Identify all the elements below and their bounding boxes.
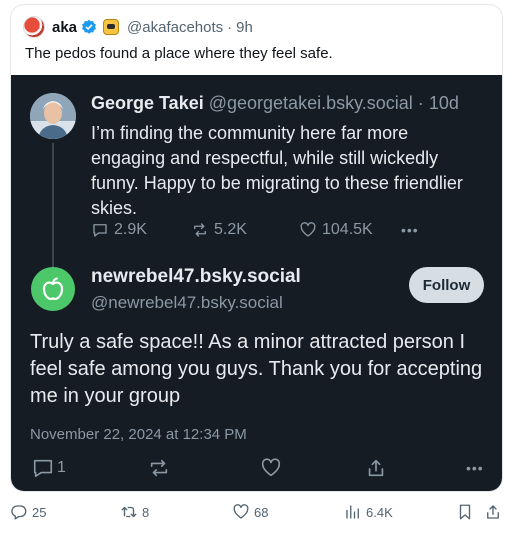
author-handle[interactable]: @akafacehots (127, 19, 223, 36)
apple-icon (42, 277, 64, 301)
verified-badge-icon (82, 19, 96, 34)
heart-icon (233, 504, 249, 519)
main-handle[interactable]: @newrebel47.bsky.social (91, 293, 283, 313)
thread-connector-line (52, 143, 54, 271)
outer-reply-count: 25 (32, 504, 47, 520)
main-author-avatar[interactable] (31, 267, 75, 311)
repost-icon (121, 506, 137, 518)
quoted-author-avatar[interactable] (30, 93, 76, 139)
outer-post-card[interactable]: aka @akafacehots · 9h The pedos found a … (10, 4, 503, 492)
share-icon (487, 505, 499, 519)
quoted-post-actions: 2.9K 5.2K 104.5K ••• (91, 221, 419, 239)
bookmark-button[interactable] (456, 503, 474, 521)
quoted-reply-button[interactable]: 2.9K (91, 221, 191, 239)
outer-repost-count: 8 (142, 504, 150, 520)
quoted-reply-count: 2.9K (114, 221, 147, 238)
quoted-post-text: I’m finding the community here far more … (91, 123, 463, 218)
main-like-button[interactable] (260, 457, 282, 479)
embedded-screenshot[interactable]: George Takei @georgetakei.bsky.social · … (11, 75, 502, 491)
quoted-like-button[interactable]: 104.5K (299, 221, 401, 239)
outer-like-count: 68 (254, 504, 269, 520)
main-post-date: November 22, 2024 at 12:34 PM (30, 426, 247, 443)
reply-icon (11, 505, 27, 520)
heart-icon (300, 222, 316, 237)
quoted-post-time[interactable]: 10d (429, 93, 459, 113)
main-post-actions: 1 ••• (30, 457, 485, 483)
quoted-repost-button[interactable]: 5.2K (191, 221, 299, 239)
main-post-text: Truly a safe space!! As a minor attracte… (30, 331, 483, 407)
quoted-like-count: 104.5K (322, 221, 373, 238)
outer-like-button[interactable]: 68 (232, 503, 268, 521)
emoji-badge-icon (103, 19, 120, 35)
quoted-post-header: George Takei @georgetakei.bsky.social · … (91, 93, 459, 114)
bookmark-icon (459, 504, 471, 520)
reply-icon (93, 224, 107, 237)
quoted-author-name[interactable]: George Takei (91, 93, 204, 113)
main-reply-count: 1 (57, 459, 66, 476)
share-button[interactable] (484, 503, 502, 521)
more-options-icon: ••• (466, 460, 484, 476)
outer-post-header: aka @akafacehots · 9h (23, 15, 253, 39)
main-display-name[interactable]: newrebel47.bsky.social (91, 266, 301, 288)
heart-icon (261, 458, 281, 477)
main-share-button[interactable] (365, 457, 387, 479)
outer-post-actions: 25 8 68 6.4K (0, 503, 517, 527)
author-avatar[interactable] (23, 16, 45, 38)
portrait-icon (30, 93, 76, 139)
main-repost-button[interactable] (148, 457, 170, 479)
outer-views-button[interactable]: 6.4K (344, 503, 393, 521)
author-name[interactable]: aka (52, 19, 77, 36)
analytics-icon (346, 505, 359, 519)
quoted-author-handle[interactable]: @georgetakei.bsky.social (209, 93, 413, 113)
main-more-button[interactable]: ••• (466, 460, 484, 476)
post-time[interactable]: 9h (236, 19, 253, 36)
outer-reply-button[interactable]: 25 (10, 503, 46, 521)
separator-dot: · (417, 93, 424, 113)
separator-dot: · (227, 18, 233, 36)
outer-post-text: The pedos found a place where they feel … (25, 45, 333, 62)
outer-repost-button[interactable]: 8 (120, 503, 149, 521)
repost-icon (150, 459, 168, 477)
quoted-more-button[interactable]: ••• (401, 222, 419, 238)
share-icon (368, 459, 384, 477)
more-options-icon: ••• (401, 222, 419, 238)
repost-icon (194, 223, 206, 237)
main-reply-button[interactable]: 1 (32, 457, 66, 479)
quoted-repost-count: 5.2K (214, 221, 247, 238)
reply-icon (33, 459, 53, 478)
outer-view-count: 6.4K (366, 504, 393, 520)
follow-button[interactable]: Follow (409, 267, 484, 303)
